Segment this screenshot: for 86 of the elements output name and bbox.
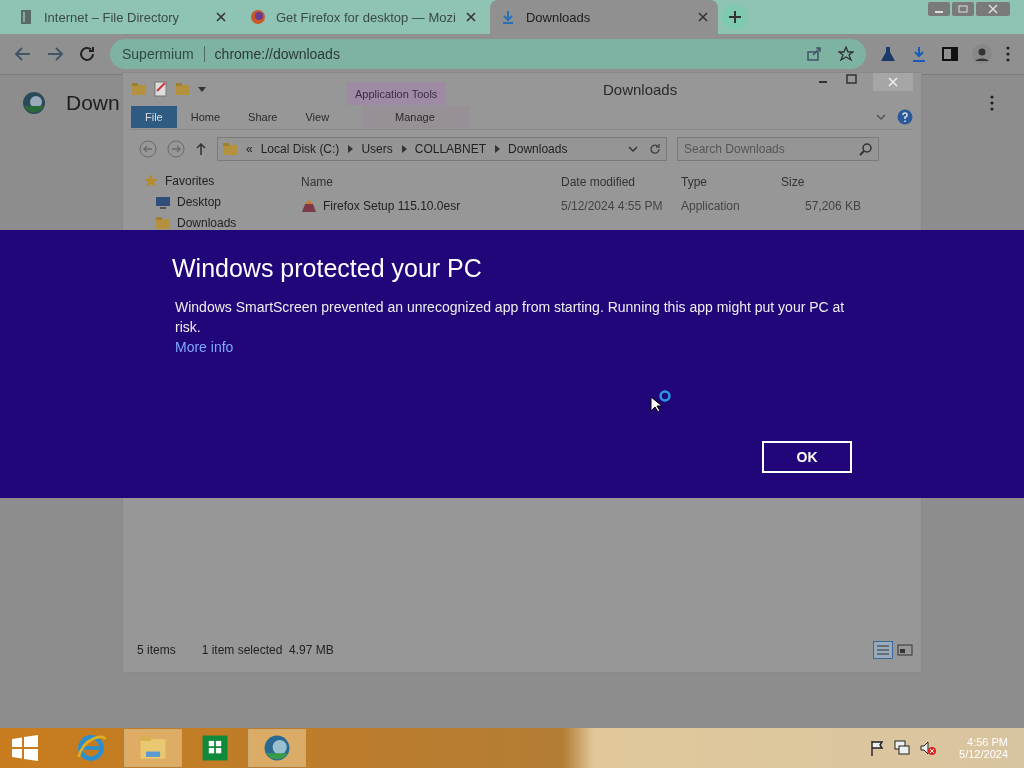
ribbon-tab[interactable]: Home [176,106,235,128]
minimize-icon[interactable] [928,2,950,16]
close-icon[interactable] [976,2,1010,16]
column-header[interactable]: Size [781,174,861,189]
column-header[interactable]: Type [681,174,781,189]
path-segment[interactable]: Local Disk (C:) [260,142,340,156]
download-icon[interactable] [910,45,928,63]
warning-message: Windows SmartScreen prevented an unrecognized app from starting. Running this app might put your PC at risk. [175,298,846,337]
chevron-icon[interactable] [875,111,887,123]
column-header[interactable]: Date modified [561,174,681,189]
folder-icon [155,214,171,231]
size-cell-text: 57,206 KB [803,198,861,213]
star-icon[interactable] [838,46,854,62]
path-bar[interactable]: « Local Disk (C:) Users COLLABNET Downloads [217,137,667,161]
ribbon-tab[interactable]: Share [234,106,292,128]
search-icon[interactable] [859,142,873,156]
tiles-view-icon[interactable] [897,643,913,657]
cursor-busy-icon [650,390,672,412]
speaker-muted-icon[interactable] [919,740,938,756]
path-segment[interactable]: Downloads [508,142,568,156]
star-icon [143,172,159,189]
flask-icon[interactable] [880,46,896,62]
type-cell-text: Application [681,198,741,213]
tab-title: Get Firefox for desktop — Mozi [276,9,456,25]
browser-tab[interactable]: Downloads [489,0,718,34]
close-icon[interactable] [697,12,708,22]
tab-title: Internet – File Directory [44,9,181,25]
fox-icon [250,9,266,25]
address-bar[interactable]: Supermium chrome://downloads [110,39,866,69]
file-name[interactable]: Firefox Setup 115.10.0esr [323,198,461,213]
column-header[interactable]: Name [301,174,561,189]
url-text: chrome://downloads [214,46,340,62]
maximize-icon[interactable] [845,73,857,85]
window-title: Downloads [603,80,678,98]
selection-info: 1 item selected 4.97 MB [201,643,334,657]
nav-item[interactable]: Downloads [177,215,237,230]
profile-icon[interactable] [972,44,992,64]
chevron-right-icon [400,145,407,153]
tab-title: Downloads [525,9,592,25]
nav-item[interactable]: Favorites [165,173,215,188]
taskbar-button[interactable] [248,729,306,767]
search-field[interactable]: Search Downloads [677,137,879,161]
flag-icon[interactable] [869,740,886,756]
more-info-link[interactable]: More info [175,337,234,357]
reload-icon[interactable] [78,45,96,63]
chevron-right-icon [347,145,354,153]
forward-icon[interactable] [46,45,64,63]
help-icon[interactable] [897,109,913,125]
browser-tab[interactable]: Internet – File Directory [8,0,236,34]
folder-icon [222,141,238,157]
refresh-icon[interactable] [648,142,662,156]
menu-icon[interactable] [990,95,994,111]
close-icon[interactable] [465,12,476,22]
path-segment[interactable]: « [246,142,253,156]
properties-icon[interactable] [153,81,169,97]
ok-button[interactable]: OK [762,441,852,473]
up-icon[interactable] [195,142,207,156]
page-title: Down [66,91,120,115]
date-cell-text: 5/12/2024 4:55 PM [561,198,664,213]
installer-icon [301,197,317,214]
path-segment[interactable]: Users [361,142,393,156]
side-panel-icon[interactable] [942,46,958,62]
menu-icon[interactable] [1006,46,1010,62]
dropdown-icon[interactable] [197,84,207,94]
ribbon-tab[interactable]: Manage [361,106,469,128]
back-icon[interactable] [14,45,32,63]
browser-e-icon [75,732,107,764]
nav-item[interactable]: Desktop [177,194,222,209]
dropdown-icon[interactable] [628,144,638,154]
site-name: Supermium [122,46,194,62]
browser-tab[interactable]: Get Firefox for desktop — Mozi [240,0,486,34]
path-segment[interactable]: COLLABNET [414,142,487,156]
windows-logo-icon[interactable] [12,735,38,761]
globe-logo-icon [22,91,46,115]
new-tab-icon[interactable] [721,4,748,30]
dialog-title: Windows protected your PC [172,254,482,283]
share-icon[interactable] [806,46,822,62]
ribbon-tab[interactable]: File [131,106,177,128]
ribbon-tab[interactable]: View [291,106,344,128]
chevron-right-icon [494,145,501,153]
details-view-icon[interactable] [873,641,893,659]
close-icon[interactable] [216,12,226,22]
context-tab-header: Application Tools [347,82,446,105]
network-icon[interactable] [893,740,912,756]
item-count: 5 items [137,643,176,657]
book-icon [18,9,34,25]
